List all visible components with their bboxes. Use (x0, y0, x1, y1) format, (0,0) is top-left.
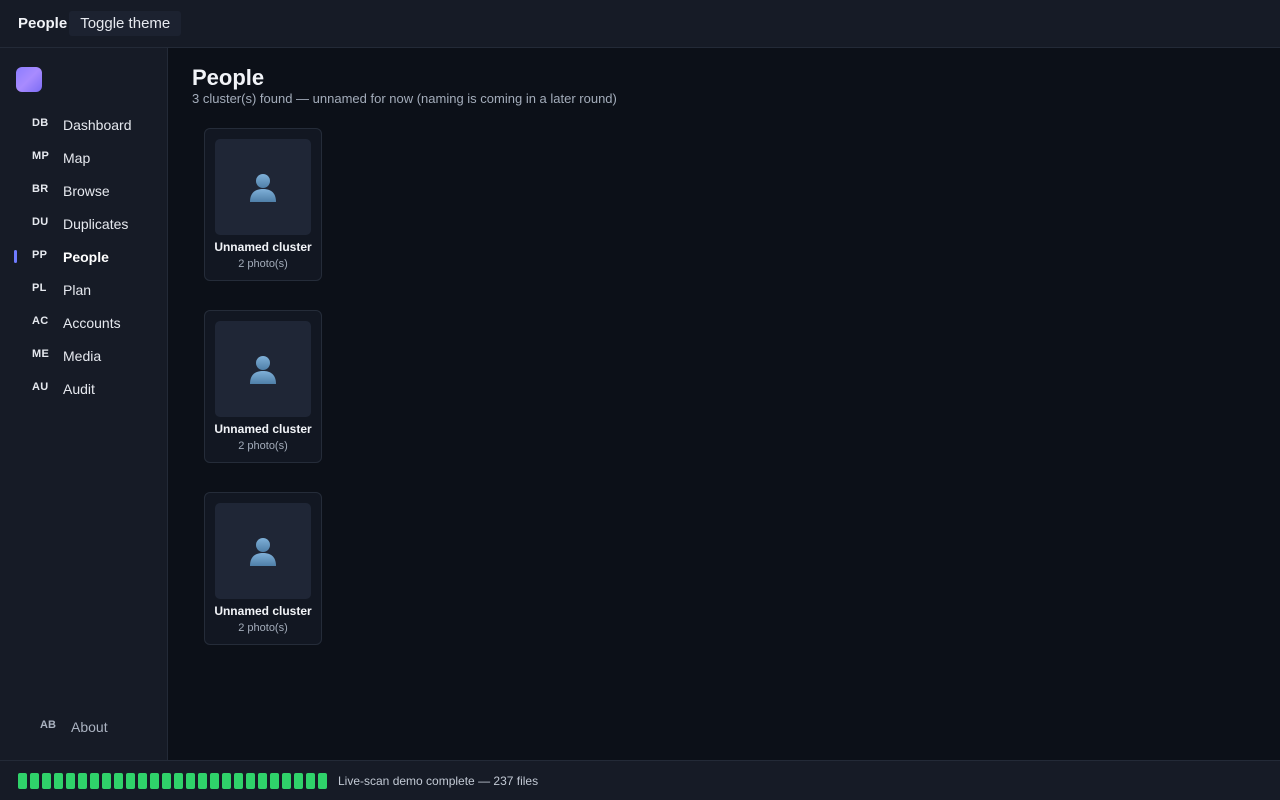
progress-segment (270, 772, 279, 789)
person-silhouette-icon (250, 356, 276, 384)
cluster-card[interactable]: Unnamed cluster 2 photo(s) (204, 310, 322, 463)
app-logo (16, 67, 42, 92)
sidebar-item-label: Dashboard (63, 116, 132, 133)
cluster-photo-count: 2 photo(s) (238, 258, 288, 270)
sidebar-item-abbr: ME (32, 347, 50, 360)
sidebar-item-label: Plan (63, 281, 92, 298)
progress-segment (294, 772, 303, 789)
progress-segment (66, 772, 75, 789)
sidebar-nav: DB Dashboard MP Map BR Browse DU Duplica… (0, 108, 168, 405)
page-title: People (192, 65, 265, 90)
progress-segment (282, 772, 291, 789)
sidebar-item-audit[interactable]: AU Audit (0, 372, 168, 405)
sidebar-item-plan[interactable]: PL Plan (0, 273, 168, 306)
progress-segment (150, 772, 159, 789)
progress-segment (126, 772, 135, 789)
progress-segment (318, 772, 327, 789)
person-silhouette-icon (250, 174, 276, 202)
sidebar-item-about[interactable]: AB About (0, 710, 168, 743)
sidebar-item-abbr: AB (40, 718, 56, 731)
progress-segment (258, 772, 267, 789)
sidebar-item-abbr: PP (32, 248, 48, 261)
sidebar-item-map[interactable]: MP Map (0, 141, 168, 174)
sidebar-item-abbr: BR (32, 182, 49, 195)
sidebar-item-accounts[interactable]: AC Accounts (0, 306, 168, 339)
cluster-name: Unnamed cluster (214, 604, 312, 618)
cluster-name: Unnamed cluster (214, 240, 312, 254)
toggle-theme-button[interactable]: Toggle theme (69, 11, 182, 36)
sidebar-item-label: Audit (63, 380, 95, 397)
progress-segment (18, 772, 27, 789)
progress-segment (306, 772, 315, 789)
top-bar: People Toggle theme (0, 0, 1280, 48)
status-bar: Live-scan demo complete — 237 files (0, 760, 1280, 800)
sidebar-item-label: Accounts (63, 314, 121, 331)
progress-segment (102, 772, 111, 789)
cluster-thumbnail (215, 139, 311, 235)
progress-segment (246, 772, 255, 789)
cluster-photo-count: 2 photo(s) (238, 440, 288, 452)
sidebar-item-browse[interactable]: BR Browse (0, 174, 168, 207)
progress-segment (54, 772, 63, 789)
cluster-name: Unnamed cluster (214, 422, 312, 436)
page-subtitle: 3 cluster(s) found — unnamed for now (na… (192, 91, 617, 106)
sidebar-item-abbr: DU (32, 215, 49, 228)
sidebar-item-label: Duplicates (63, 215, 129, 232)
sidebar-item-abbr: PL (32, 281, 47, 294)
sidebar-item-label: Browse (63, 182, 110, 199)
progress-segment (138, 772, 147, 789)
progress-segment (198, 772, 207, 789)
sidebar-item-people[interactable]: PP People (0, 240, 168, 273)
sidebar: DB Dashboard MP Map BR Browse DU Duplica… (0, 48, 168, 760)
cluster-thumbnail (215, 321, 311, 417)
scan-progress-bar (18, 772, 327, 789)
progress-segment (42, 772, 51, 789)
progress-segment (174, 772, 183, 789)
person-silhouette-icon (250, 538, 276, 566)
progress-segment (234, 772, 243, 789)
progress-segment (90, 772, 99, 789)
sidebar-item-label: Media (63, 347, 102, 364)
progress-segment (114, 772, 123, 789)
cluster-photo-count: 2 photo(s) (238, 622, 288, 634)
sidebar-item-media[interactable]: ME Media (0, 339, 168, 372)
main-content: People 3 cluster(s) found — unnamed for … (168, 48, 1280, 760)
status-text: Live-scan demo complete — 237 files (338, 773, 539, 788)
cluster-card[interactable]: Unnamed cluster 2 photo(s) (204, 492, 322, 645)
sidebar-item-dashboard[interactable]: DB Dashboard (0, 108, 168, 141)
progress-segment (30, 772, 39, 789)
sidebar-item-abbr: DB (32, 116, 49, 129)
progress-segment (222, 772, 231, 789)
sidebar-item-abbr: AU (32, 380, 49, 393)
sidebar-item-label: Map (63, 149, 91, 166)
app-title: People (18, 15, 68, 32)
sidebar-item-duplicates[interactable]: DU Duplicates (0, 207, 168, 240)
progress-segment (78, 772, 87, 789)
cluster-card[interactable]: Unnamed cluster 2 photo(s) (204, 128, 322, 281)
progress-segment (210, 772, 219, 789)
sidebar-item-abbr: AC (32, 314, 49, 327)
progress-segment (162, 772, 171, 789)
sidebar-item-abbr: MP (32, 149, 50, 162)
sidebar-item-label: About (71, 718, 108, 735)
cluster-thumbnail (215, 503, 311, 599)
sidebar-item-label: People (63, 248, 109, 265)
progress-segment (186, 772, 195, 789)
